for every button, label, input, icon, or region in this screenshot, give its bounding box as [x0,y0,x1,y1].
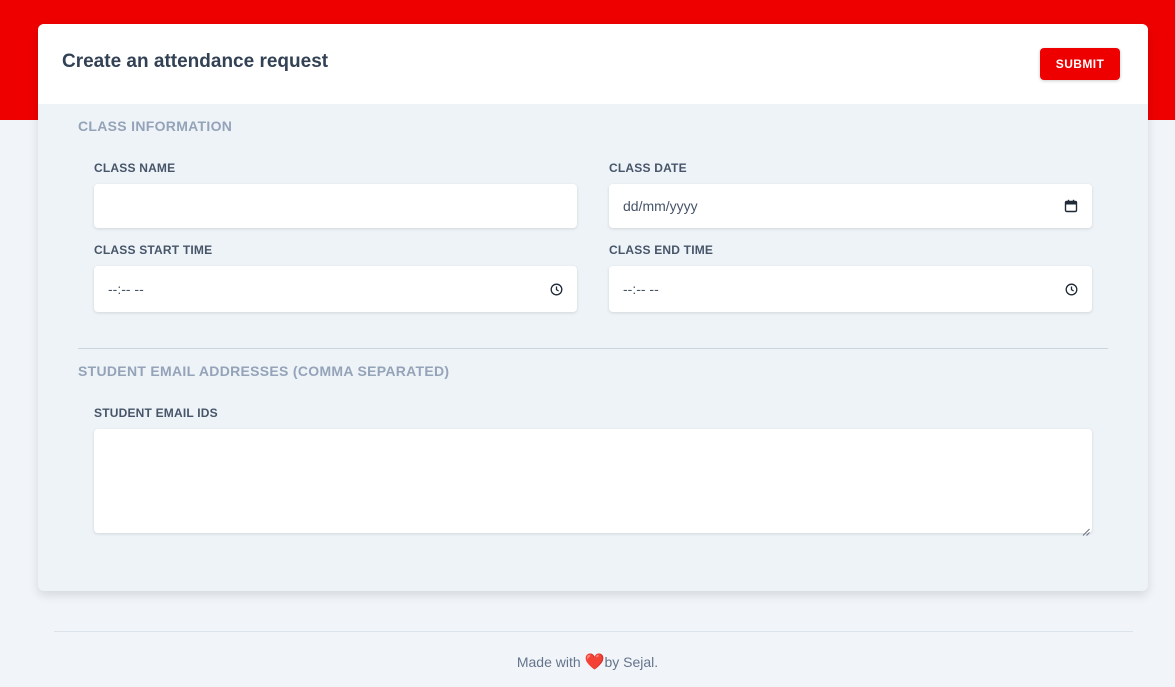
class-date-label: CLASS DATE [609,161,687,175]
student-email-ids-label: STUDENT EMAIL IDS [94,406,218,420]
attendance-request-card: Create an attendance request SUBMIT CLAS… [38,24,1148,591]
section-divider [78,348,1108,349]
class-date-placeholder: dd/mm/yyyy [623,198,698,214]
class-date-input[interactable]: dd/mm/yyyy [609,184,1092,228]
class-start-time-label: CLASS START TIME [94,243,213,257]
footer-text-before: Made with [516,654,585,670]
class-name-input[interactable] [94,184,577,228]
submit-button[interactable]: SUBMIT [1040,48,1120,80]
footer-divider [54,631,1133,632]
student-email-ids-textarea[interactable] [94,429,1092,536]
page-title: Create an attendance request [62,51,329,72]
clock-icon[interactable] [1065,283,1078,296]
calendar-icon[interactable] [1064,199,1078,213]
footer-text-after: by Sejal. [604,654,659,670]
class-information-heading: CLASS INFORMATION [78,118,233,134]
class-end-time-input[interactable]: --:-- -- [609,266,1092,312]
class-end-time-placeholder: --:-- -- [623,281,659,297]
heart-icon: ❤️ [584,654,605,671]
footer: Made with ❤️by Sejal. [0,652,1175,672]
class-name-label: CLASS NAME [94,161,176,175]
class-start-time-placeholder: --:-- -- [108,281,144,297]
card-header: Create an attendance request SUBMIT [38,24,1148,104]
class-start-time-input[interactable]: --:-- -- [94,266,577,312]
resize-handle-icon[interactable] [1082,523,1090,536]
student-emails-heading: STUDENT EMAIL ADDRESSES (COMMA SEPARATED… [78,363,450,379]
class-end-time-label: CLASS END TIME [609,243,714,257]
clock-icon[interactable] [550,283,563,296]
